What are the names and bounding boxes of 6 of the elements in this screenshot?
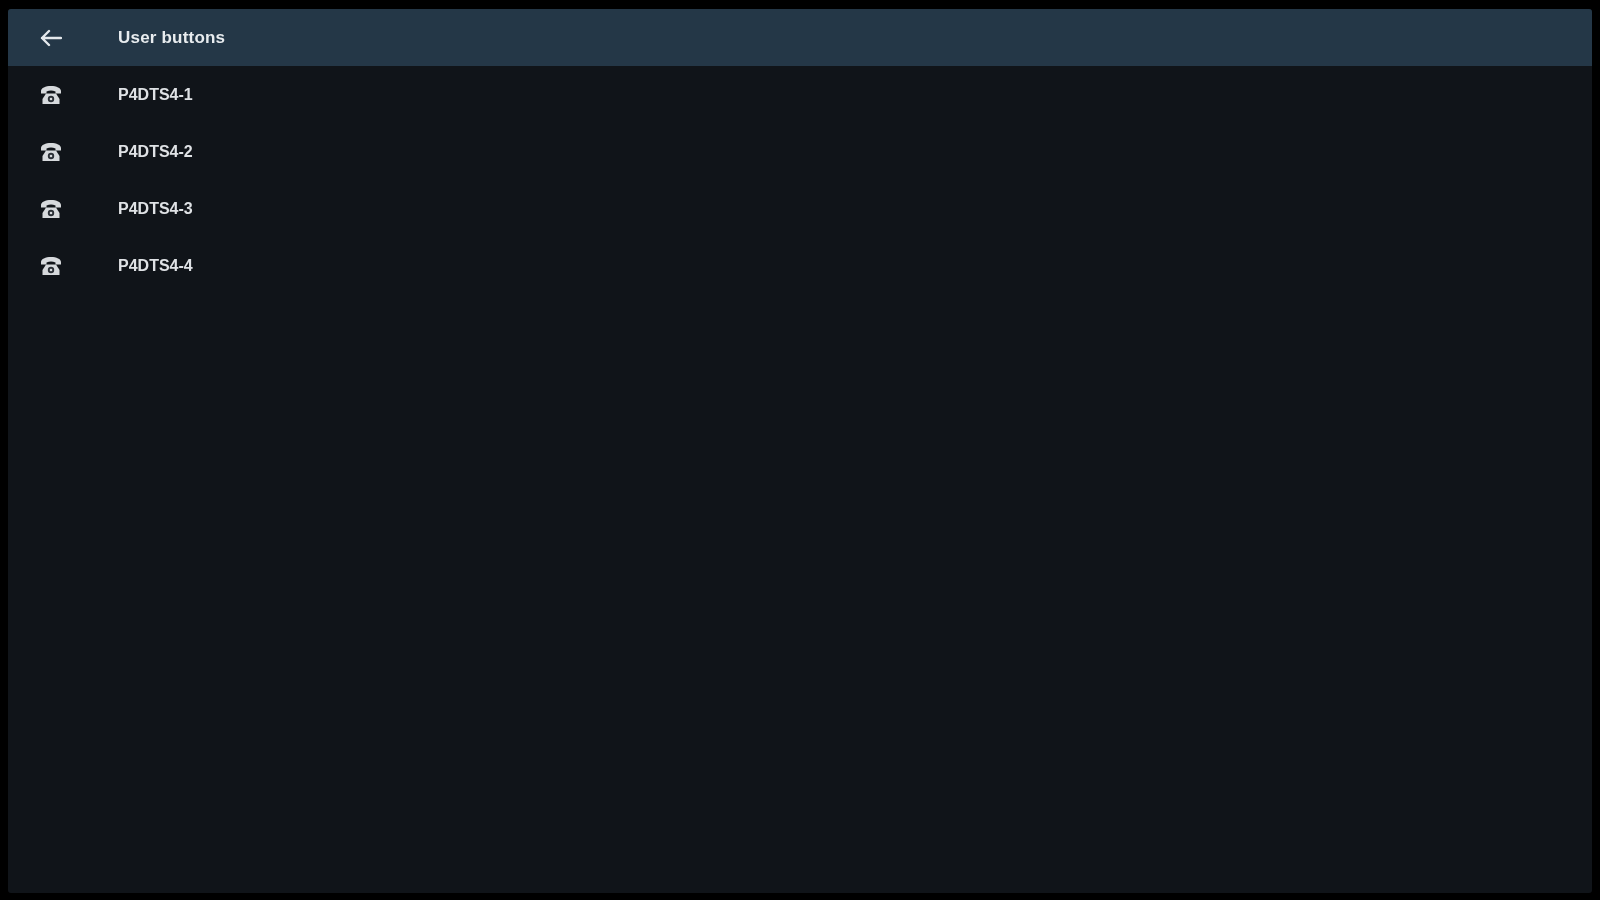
header-title: User buttons: [118, 26, 226, 49]
back-arrow-icon: [40, 28, 62, 47]
device-list-item[interactable]: P4DTS4-4: [8, 237, 1592, 294]
device-list-item[interactable]: P4DTS4-3: [8, 180, 1592, 237]
device-list-item[interactable]: P4DTS4-1: [8, 66, 1592, 123]
device-list-item[interactable]: P4DTS4-2: [8, 123, 1592, 180]
